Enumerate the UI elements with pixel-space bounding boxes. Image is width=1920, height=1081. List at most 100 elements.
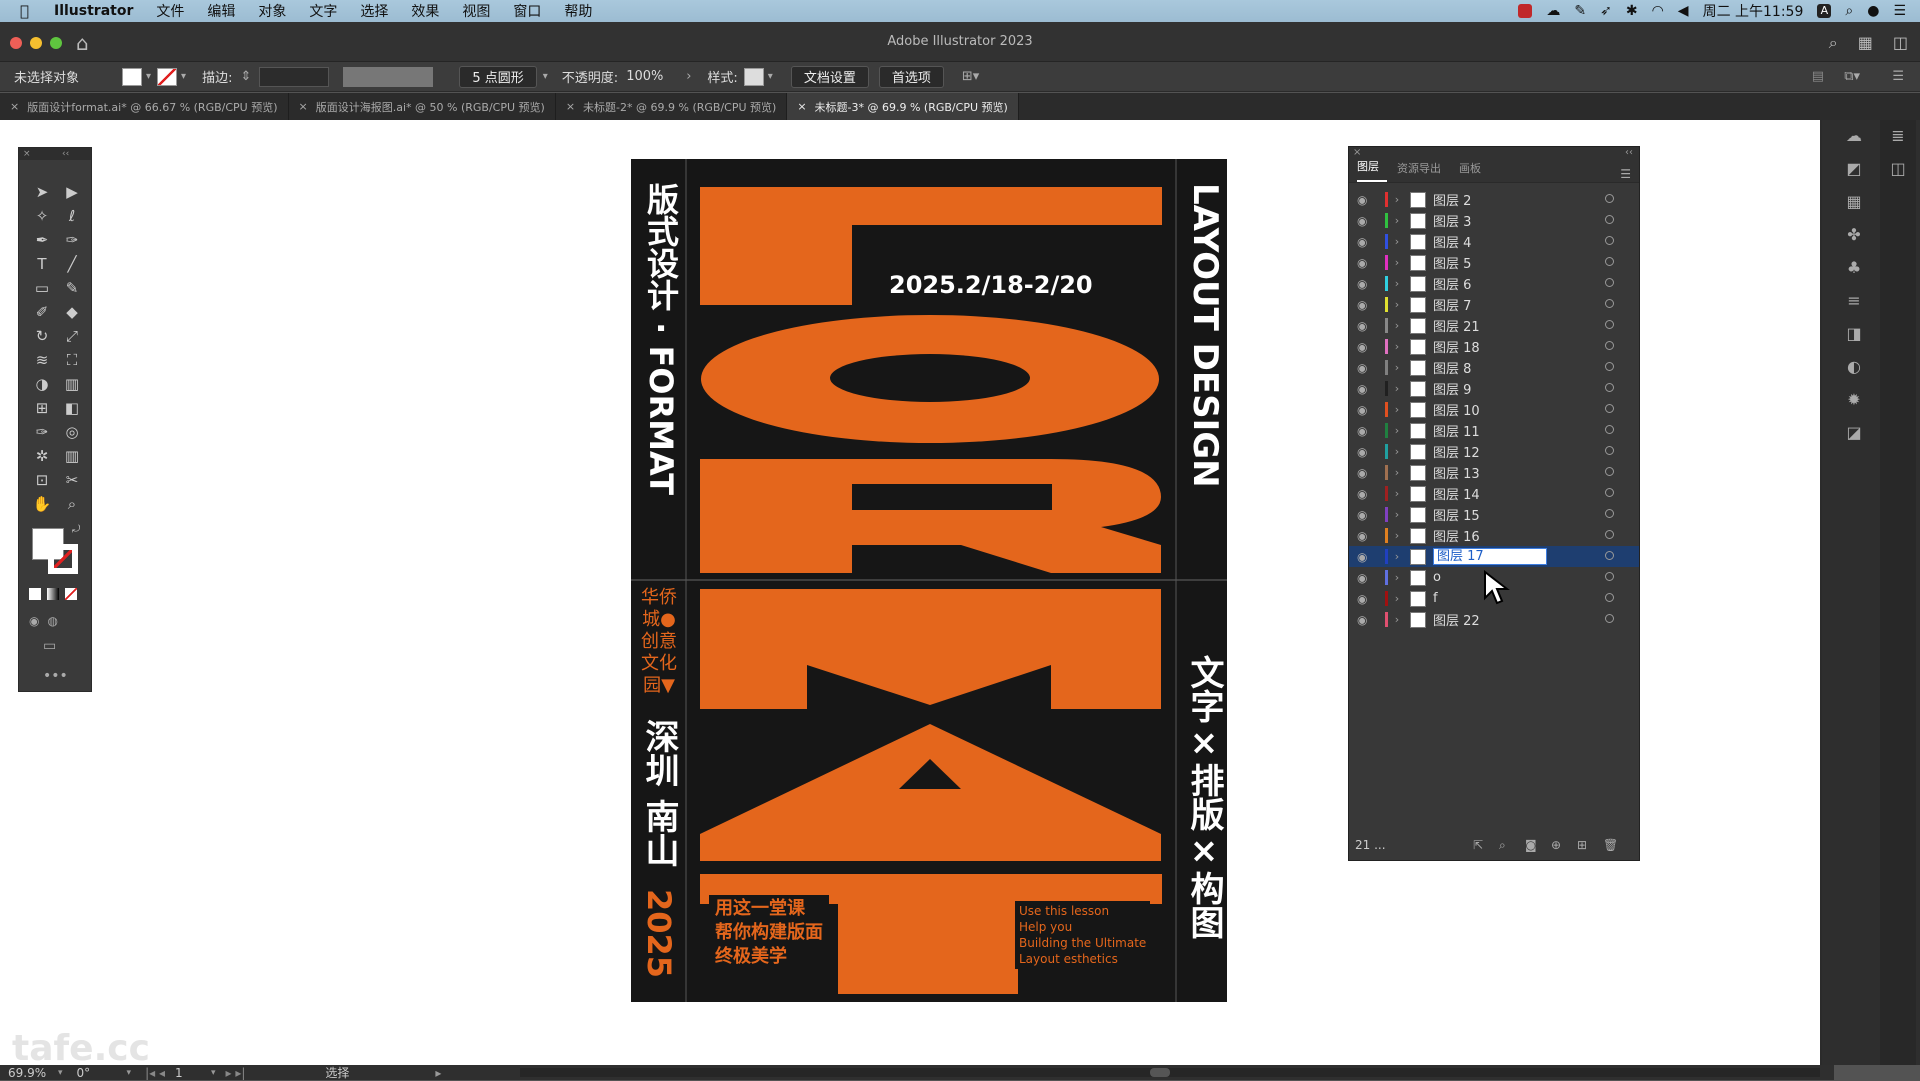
panel-menu-icon[interactable]: ☰ xyxy=(1620,167,1631,181)
menu-type[interactable]: 文字 xyxy=(309,1,337,21)
siri-icon[interactable]: ● xyxy=(1867,3,1879,19)
visibility-eye-icon[interactable]: ◉ xyxy=(1357,445,1379,459)
swap-icon[interactable]: ⤾ xyxy=(72,524,80,535)
slice-tool-icon[interactable]: ✂ xyxy=(57,468,87,492)
target-circle-icon[interactable] xyxy=(1605,551,1614,560)
target-circle-icon[interactable] xyxy=(1605,236,1614,245)
zoom-tool-icon[interactable]: ⌕ xyxy=(57,492,87,516)
visibility-eye-icon[interactable]: ◉ xyxy=(1357,403,1379,417)
spotlight-icon[interactable]: ⌕ xyxy=(1845,3,1853,19)
expand-chevron-icon[interactable]: › xyxy=(1388,256,1406,269)
variable-width-profile[interactable] xyxy=(343,66,434,87)
search-icon[interactable]: ⌕ xyxy=(1829,33,1838,53)
layer-row[interactable]: ◉ › 图层 12 xyxy=(1349,441,1639,462)
brushes-icon[interactable]: ✤ xyxy=(1847,225,1860,244)
target-circle-icon[interactable] xyxy=(1605,215,1614,224)
menu-window[interactable]: 窗口 xyxy=(513,1,541,21)
transparency-icon[interactable]: ◐ xyxy=(1847,357,1861,376)
visibility-eye-icon[interactable]: ◉ xyxy=(1357,277,1379,291)
artboard-number[interactable]: 1 xyxy=(175,1066,211,1080)
fill-swatch[interactable] xyxy=(122,67,142,86)
gradient-mode-icon[interactable] xyxy=(47,588,59,600)
tab-doc-1[interactable]: × 版面设计format.ai* @ 66.67 % (RGB/CPU 预览) xyxy=(0,93,289,120)
export-icon[interactable]: ⇱ xyxy=(1473,838,1483,852)
adjust-icon[interactable]: ≣ xyxy=(1891,126,1904,145)
target-circle-icon[interactable] xyxy=(1605,509,1614,518)
magic-wand-icon[interactable]: ✧ xyxy=(27,204,57,228)
draw-mode-icon[interactable]: ◉ xyxy=(29,614,39,628)
bird-icon[interactable]: ➶ xyxy=(1600,3,1612,19)
draw-inside-icon[interactable]: ◍ xyxy=(47,614,57,628)
stroke-weight-dropdown[interactable] xyxy=(259,66,330,87)
tab-doc-3[interactable]: × 未标题-2* @ 69.9 % (RGB/CPU 预览) xyxy=(556,93,788,120)
expand-chevron-icon[interactable]: › xyxy=(1388,550,1406,563)
curvature-tool-icon[interactable]: ✑ xyxy=(57,228,87,252)
close-icon[interactable]: × xyxy=(1353,147,1361,158)
close-icon[interactable]: × xyxy=(299,100,308,113)
rotate-tool-icon[interactable]: ↻ xyxy=(27,324,57,348)
chevron-down-icon[interactable]: ▾ xyxy=(146,71,151,82)
graph-tool-icon[interactable]: ▥ xyxy=(57,444,87,468)
chevron-right-icon[interactable]: ▸ xyxy=(435,1066,441,1080)
volume-icon[interactable]: ◀ xyxy=(1678,3,1689,19)
target-circle-icon[interactable] xyxy=(1605,425,1614,434)
expand-chevron-icon[interactable]: › xyxy=(1388,529,1406,542)
menu-icon[interactable]: ☰ xyxy=(1892,69,1904,84)
target-circle-icon[interactable] xyxy=(1605,404,1614,413)
panel-toggle-icon[interactable]: ◫ xyxy=(1893,33,1908,53)
target-circle-icon[interactable] xyxy=(1605,362,1614,371)
layer-row[interactable]: ◉ › 图层 11 xyxy=(1349,420,1639,441)
layer-row[interactable]: ◉ › 图层 8 xyxy=(1349,357,1639,378)
expand-chevron-icon[interactable]: › xyxy=(1388,592,1406,605)
layer-row[interactable]: ◉ › 图层 16 xyxy=(1349,525,1639,546)
layer-row[interactable]: ◉ › 图层 14 xyxy=(1349,483,1639,504)
symbol-sprayer-icon[interactable]: ✲ xyxy=(27,444,57,468)
layer-row[interactable]: ◉ › 图层 15 xyxy=(1349,504,1639,525)
width-tool-icon[interactable]: ≋ xyxy=(27,348,57,372)
expand-chevron-icon[interactable]: › xyxy=(1388,298,1406,311)
visibility-eye-icon[interactable]: ◉ xyxy=(1357,487,1379,501)
poster-artboard[interactable]: 2025.2/18-2/20 版式设计 · FORMAT LAYOUT DESI… xyxy=(631,159,1227,1002)
layer-row[interactable]: ◉ › 图层 5 xyxy=(1349,252,1639,273)
visibility-eye-icon[interactable]: ◉ xyxy=(1357,613,1379,627)
none-mode-icon[interactable] xyxy=(65,588,77,600)
hand-tool-icon[interactable]: ✋ xyxy=(27,492,57,516)
expand-chevron-icon[interactable]: › xyxy=(1388,319,1406,332)
scroll-thumb[interactable] xyxy=(1150,1068,1170,1077)
visibility-eye-icon[interactable]: ◉ xyxy=(1357,193,1379,207)
tab-asset-export[interactable]: 资源导出 xyxy=(1397,160,1449,182)
status-app-icon[interactable] xyxy=(1518,4,1533,18)
visibility-eye-icon[interactable]: ◉ xyxy=(1357,361,1379,375)
target-circle-icon[interactable] xyxy=(1605,257,1614,266)
target-circle-icon[interactable] xyxy=(1605,194,1614,203)
eraser-icon[interactable]: ◆ xyxy=(57,300,87,324)
libraries-icon[interactable]: ◩ xyxy=(1846,159,1861,178)
visibility-eye-icon[interactable]: ◉ xyxy=(1357,214,1379,228)
eyedropper-icon[interactable]: ✑ xyxy=(27,420,57,444)
menu-help[interactable]: 帮助 xyxy=(564,1,592,21)
tab-layers[interactable]: 图层 xyxy=(1357,158,1387,182)
expand-chevron-icon[interactable]: › xyxy=(1388,571,1406,584)
layer-row[interactable]: ◉ › 图层 7 xyxy=(1349,294,1639,315)
expand-chevron-icon[interactable]: › xyxy=(1388,508,1406,521)
selection-tool-icon[interactable]: ➤ xyxy=(27,180,57,204)
tab-doc-4[interactable]: × 未标题-3* @ 69.9 % (RGB/CPU 预览) xyxy=(787,93,1019,120)
expand-chevron-icon[interactable]: › xyxy=(1388,361,1406,374)
artboard-tool-icon[interactable]: ⊡ xyxy=(27,468,57,492)
expand-chevron-icon[interactable]: › xyxy=(1388,466,1406,479)
panel-grip[interactable]: × ‹‹ xyxy=(19,148,91,160)
expand-chevron-icon[interactable]: › xyxy=(1388,193,1406,206)
opacity-input[interactable]: 100% xyxy=(626,69,682,84)
blend-tool-icon[interactable]: ◎ xyxy=(57,420,87,444)
expand-chevron-icon[interactable]: › xyxy=(1388,340,1406,353)
type-tool-icon[interactable]: T xyxy=(27,252,57,276)
color-mode-icon[interactable] xyxy=(29,588,41,600)
menu-app[interactable]: Illustrator xyxy=(54,3,133,19)
collapse-icon[interactable]: ‹‹ xyxy=(1625,147,1633,158)
clipping-mask-icon[interactable]: ◙ xyxy=(1525,838,1537,852)
visibility-eye-icon[interactable]: ◉ xyxy=(1357,235,1379,249)
layer-row[interactable]: ◉ › 图层 13 xyxy=(1349,462,1639,483)
apple-icon[interactable]:  xyxy=(20,2,40,20)
stroke-panel-icon[interactable]: ≡ xyxy=(1847,291,1860,310)
visibility-eye-icon[interactable]: ◉ xyxy=(1357,424,1379,438)
